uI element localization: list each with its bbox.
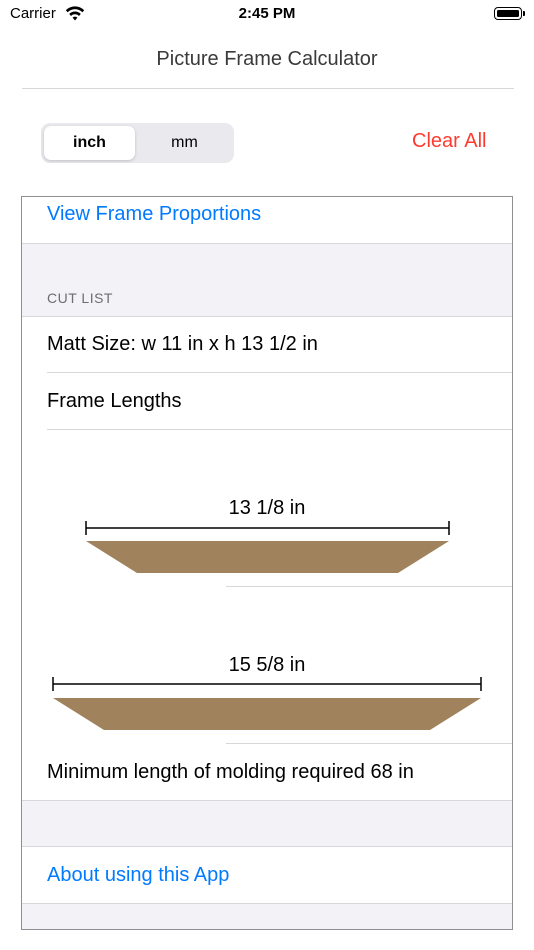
clear-all-button[interactable]: Clear All <box>412 130 486 153</box>
unit-option-inch[interactable]: inch <box>44 126 135 160</box>
cut-list-header: CUT LIST <box>47 290 113 306</box>
minimum-molding-text: Minimum length of molding required 68 in <box>47 761 414 783</box>
frame-side-piece-diagram <box>52 677 482 730</box>
unit-option-mm[interactable]: mm <box>138 126 231 160</box>
view-frame-proportions-link[interactable]: View Frame Proportions <box>47 203 261 226</box>
frame-top-piece-row: 13 1/8 in <box>22 430 512 587</box>
frame-top-length-label: 13 1/8 in <box>228 497 306 519</box>
matt-size-text: Matt Size: w 11 in x h 13 1/2 in <box>47 333 318 355</box>
frame-lengths-row: Frame Lengths <box>22 373 512 429</box>
page-title: Picture Frame Calculator <box>156 48 378 70</box>
molding-piece <box>86 541 449 573</box>
molding-piece <box>53 698 481 730</box>
unit-segmented-control[interactable]: inch mm <box>41 123 234 163</box>
section-footer-spacer <box>22 904 512 929</box>
battery-icon <box>494 7 522 20</box>
battery-tip <box>523 11 525 16</box>
separator <box>22 243 512 244</box>
status-bar: Carrier 2:45 PM <box>0 0 534 28</box>
frame-top-piece-diagram <box>85 521 450 573</box>
results-table[interactable]: View Frame Proportions CUT LIST Matt Siz… <box>21 196 513 930</box>
frame-lengths-label: Frame Lengths <box>47 390 182 412</box>
dimension-bracket <box>85 521 450 535</box>
cut-list-section-header: CUT LIST <box>22 243 512 317</box>
nav-divider <box>22 88 514 89</box>
separator <box>22 800 512 801</box>
frame-side-piece-row: 15 5/8 in <box>22 587 512 744</box>
view-proportions-row[interactable]: View Frame Proportions <box>22 197 512 243</box>
clock: 2:45 PM <box>238 5 296 22</box>
matt-size-row: Matt Size: w 11 in x h 13 1/2 in <box>22 317 512 373</box>
frame-side-length-label: 15 5/8 in <box>228 654 306 676</box>
minimum-molding-row: Minimum length of molding required 68 in <box>22 744 512 800</box>
section-spacer <box>22 800 512 847</box>
about-app-link[interactable]: About using this App <box>47 864 229 887</box>
about-row[interactable]: About using this App <box>22 847 512 903</box>
dimension-bracket <box>52 677 482 691</box>
